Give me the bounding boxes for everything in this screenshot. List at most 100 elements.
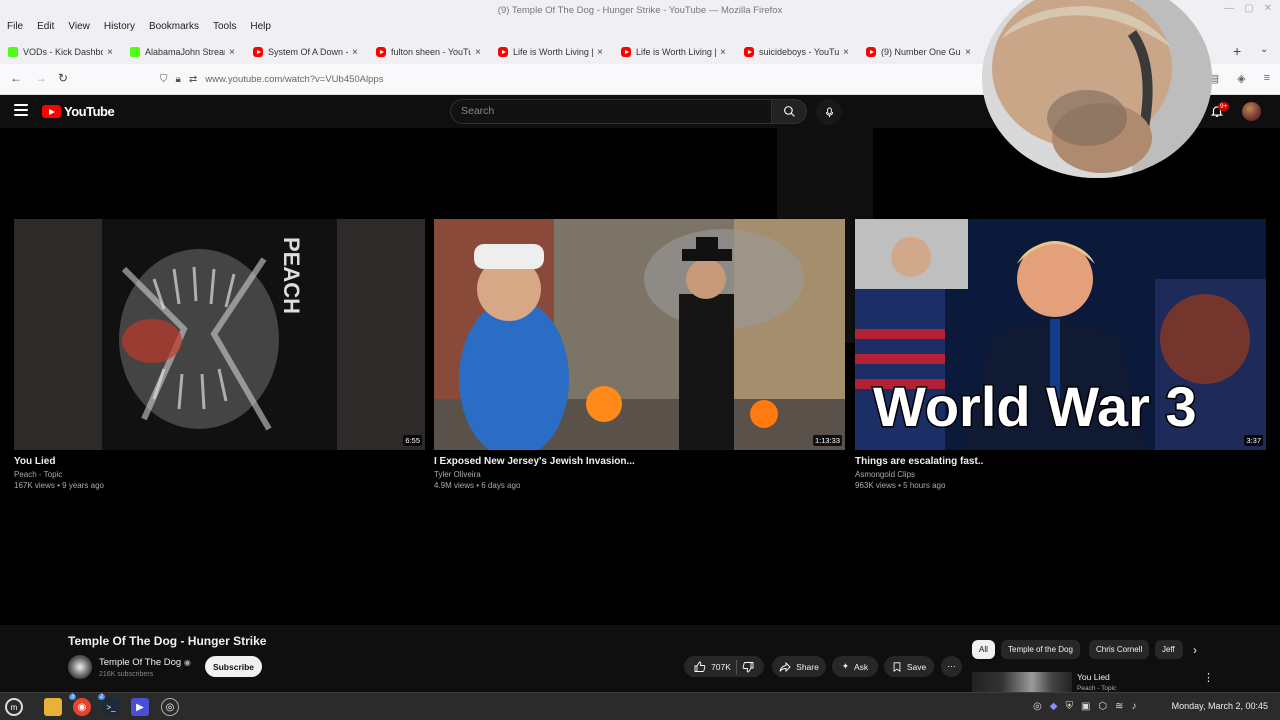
reload-icon[interactable]: ↻	[58, 71, 68, 85]
tab[interactable]: AlabamaJohn Stream ×	[130, 43, 242, 61]
close-icon[interactable]: ×	[475, 47, 481, 58]
page-title: Temple Of The Dog - Hunger Strike	[68, 634, 267, 648]
close-icon[interactable]: ×	[597, 47, 603, 58]
close-icon[interactable]: ×	[352, 47, 358, 58]
voice-search-button[interactable]	[816, 99, 842, 125]
menu-tools[interactable]: Tools	[206, 18, 243, 38]
menu-history[interactable]: History	[97, 18, 142, 38]
tab[interactable]: System Of A Down - I ×	[253, 43, 365, 61]
minimize-icon[interactable]: —	[1224, 3, 1234, 14]
app-icon[interactable]: ◉	[73, 698, 91, 716]
tab[interactable]: (9) Number One Gun ×	[866, 43, 978, 61]
wifi-icon[interactable]: ≋	[1115, 701, 1123, 712]
video-thumbnail[interactable]: World War 3 3:37	[855, 219, 1266, 450]
channel-name[interactable]: Temple Of The Dog ◉	[99, 657, 191, 668]
media-player-icon[interactable]: ▶	[131, 698, 149, 716]
search-input[interactable]: Search	[450, 99, 771, 124]
tab[interactable]: Life is Worth Living | I ×	[498, 43, 610, 61]
tab[interactable]: VODs - Kick Dashboa ×	[8, 43, 120, 61]
new-tab-button[interactable]: +	[1233, 43, 1241, 59]
more-vertical-icon[interactable]: ⋮	[1203, 671, 1214, 684]
search-placeholder: Search	[461, 105, 495, 117]
extension-icon[interactable]: ◈	[1237, 72, 1245, 85]
menu-edit[interactable]: Edit	[30, 18, 61, 38]
close-icon[interactable]: ×	[107, 47, 113, 58]
chip-temple-of-the-dog[interactable]: Temple of the Dog	[1001, 640, 1080, 659]
hamburger-menu-icon[interactable]	[14, 104, 28, 116]
avatar[interactable]	[1242, 102, 1261, 121]
close-icon[interactable]: ×	[965, 47, 971, 58]
system-tray: ◎ ◆ ⛨ ▣ ⬡ ≋ ♪	[1033, 701, 1137, 712]
recommendation-channel[interactable]: Peach - Topic	[1077, 685, 1116, 692]
search-button[interactable]	[771, 99, 807, 124]
forward-icon[interactable]: →	[35, 71, 47, 85]
chip-jeff[interactable]: Jeff	[1155, 640, 1183, 659]
folder-icon[interactable]	[44, 698, 62, 716]
chip-all[interactable]: All	[972, 640, 995, 659]
subscriber-count: 216K subscribers	[99, 671, 154, 678]
obs-tray-icon[interactable]: ◎	[1033, 701, 1042, 712]
maximize-icon[interactable]: ▢	[1244, 3, 1253, 14]
close-icon[interactable]: ✕	[1264, 3, 1272, 14]
discord-tray-icon[interactable]: ◆	[1050, 701, 1058, 712]
video-duration: 3:37	[1244, 435, 1263, 446]
more-actions-button[interactable]: ⋯	[941, 656, 962, 677]
shield-icon[interactable]: ⛉	[160, 74, 168, 85]
youtube-icon	[253, 47, 263, 57]
menu-help[interactable]: Help	[243, 18, 278, 38]
obs-icon[interactable]: ◎	[161, 698, 179, 716]
video-title[interactable]: You Lied	[14, 456, 425, 467]
video-thumbnail[interactable]: PEACH 6:55	[14, 219, 425, 450]
video-meta: 4.9M views • 6 days ago	[434, 481, 521, 490]
back-icon[interactable]: ←	[10, 71, 22, 85]
video-meta: 963K views • 5 hours ago	[855, 481, 946, 490]
close-icon[interactable]: ×	[720, 47, 726, 58]
thumbnail-text: World War 3	[873, 375, 1197, 438]
start-menu-icon[interactable]: m	[5, 698, 23, 716]
shield-tray-icon[interactable]: ⛨	[1065, 701, 1073, 712]
url-text[interactable]: www.youtube.com/watch?v=VUb450Alpps	[205, 74, 383, 85]
ask-button[interactable]: ✦ Ask	[832, 656, 878, 677]
video-channel[interactable]: Tyler Oliveira	[434, 470, 845, 479]
update-icon[interactable]: ⬡	[1098, 701, 1107, 712]
verified-icon: ◉	[183, 658, 191, 667]
lock-icon[interactable]: 🔒︎	[176, 74, 181, 85]
chevron-down-icon[interactable]: ⌄	[1260, 44, 1268, 55]
video-card[interactable]: World War 3 3:37 Things are escalating f…	[855, 219, 1266, 490]
permissions-icon[interactable]: ⇄	[189, 74, 197, 85]
menu-file[interactable]: File	[0, 18, 30, 38]
terminal-icon[interactable]: >_	[102, 698, 120, 716]
url-bar[interactable]: ⛉ 🔒︎ ⇄ www.youtube.com/watch?v=VUb450Alp…	[150, 68, 970, 91]
chip-chris-cornell[interactable]: Chris Cornell	[1089, 640, 1150, 659]
save-button[interactable]: Save	[884, 656, 934, 677]
volume-icon[interactable]: ♪	[1132, 701, 1137, 712]
recommendation-thumbnail[interactable]	[972, 672, 1072, 692]
video-thumbnail[interactable]: 1:13:33	[434, 219, 845, 450]
chevron-right-icon[interactable]: ›	[1193, 643, 1197, 657]
tab[interactable]: suicideboys - YouTub ×	[744, 43, 856, 61]
like-button[interactable]: 707K	[694, 661, 731, 673]
video-channel[interactable]: Asmongold Clips	[855, 470, 1266, 479]
svg-text:PEACH: PEACH	[279, 237, 304, 314]
close-icon[interactable]: ×	[229, 47, 235, 58]
share-button[interactable]: Share	[772, 656, 826, 677]
menu-view[interactable]: View	[61, 18, 97, 38]
video-title[interactable]: I Exposed New Jersey's Jewish Invasion..…	[434, 456, 845, 467]
video-channel[interactable]: Peach - Topic	[14, 470, 425, 479]
subscribe-button[interactable]: Subscribe	[205, 656, 262, 677]
menubar: File Edit View History Bookmarks Tools H…	[0, 18, 278, 38]
like-count: 707K	[711, 661, 731, 672]
video-card[interactable]: PEACH 6:55 You Lied Peach - Topic 167K v…	[14, 219, 425, 490]
recommendation-title[interactable]: You Lied	[1077, 672, 1110, 682]
tab[interactable]: Life is Worth Living | I ×	[621, 43, 733, 61]
video-title[interactable]: Things are escalating fast..	[855, 456, 1266, 467]
channel-avatar[interactable]	[68, 655, 92, 679]
video-card[interactable]: 1:13:33 I Exposed New Jersey's Jewish In…	[434, 219, 845, 490]
menu-icon[interactable]: ≡	[1264, 72, 1270, 85]
close-icon[interactable]: ×	[843, 47, 849, 58]
clipboard-icon[interactable]: ▣	[1081, 701, 1090, 712]
tab[interactable]: fulton sheen - YouTul ×	[376, 43, 488, 61]
menu-bookmarks[interactable]: Bookmarks	[142, 18, 206, 38]
youtube-logo[interactable]: YouTube	[42, 104, 115, 119]
thumbs-down-icon[interactable]	[742, 661, 754, 673]
